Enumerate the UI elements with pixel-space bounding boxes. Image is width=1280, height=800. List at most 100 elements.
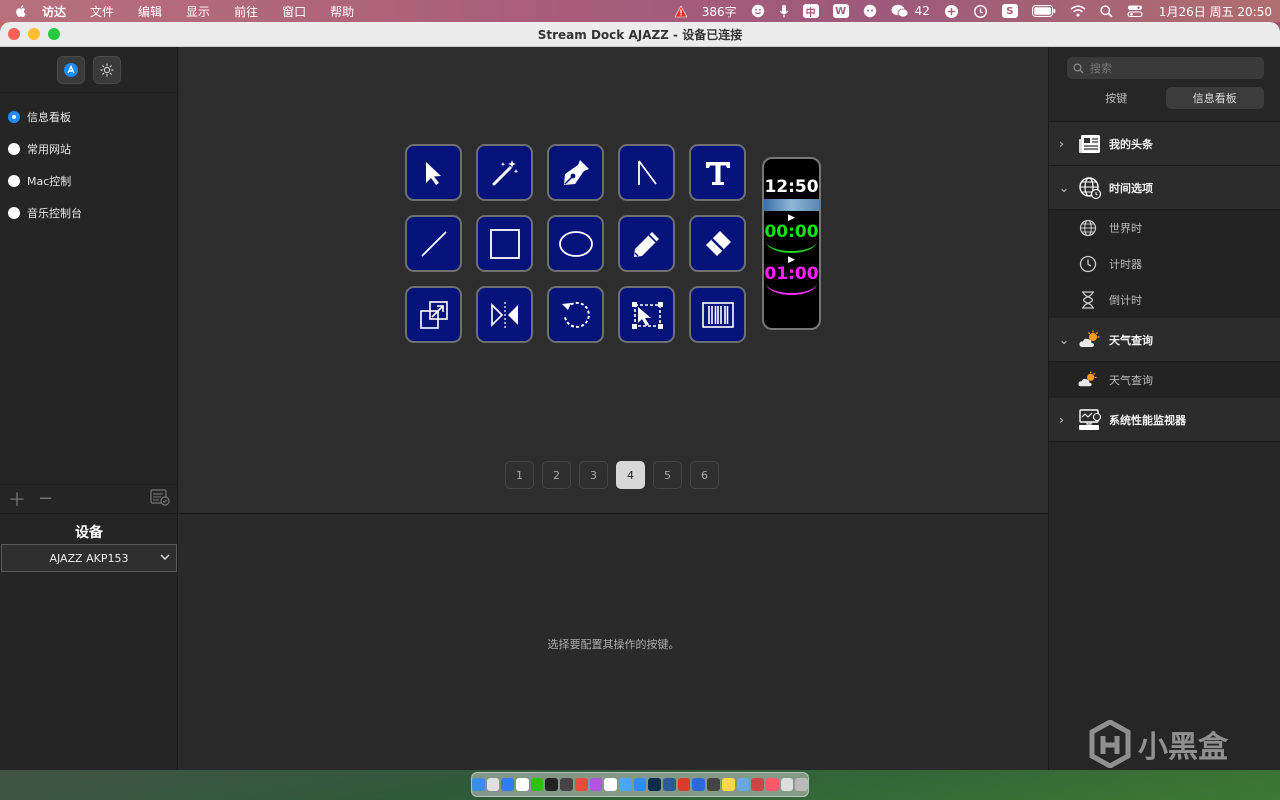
feishu-icon[interactable] [604, 778, 617, 791]
finder-icon[interactable] [471, 778, 485, 791]
battery-icon[interactable] [1031, 0, 1056, 22]
minimize-window-button[interactable] [28, 28, 40, 40]
window-titlebar[interactable]: Stream Dock AJAZZ - 设备已连接 [0, 22, 1280, 47]
action-countdown[interactable]: 倒计时 [1049, 282, 1280, 318]
alert-icon[interactable] [674, 0, 688, 22]
action-world-clock[interactable]: 世界时 [1049, 210, 1280, 246]
device-select[interactable]: AJAZZ AKP153 [1, 544, 177, 572]
calendar-icon[interactable] [516, 778, 529, 791]
key-14[interactable] [618, 286, 675, 343]
key-8[interactable] [547, 215, 604, 272]
page-button-2[interactable]: 2 [542, 461, 571, 489]
assistant-icon[interactable] [863, 0, 877, 22]
pen-app-icon[interactable] [633, 778, 647, 791]
remove-profile-button[interactable]: − [38, 488, 68, 509]
close-window-button[interactable] [8, 28, 20, 40]
screenshot-icon[interactable] [780, 778, 794, 791]
menu-help[interactable]: 帮助 [330, 3, 354, 20]
action-weather[interactable]: 天气查询 [1049, 362, 1280, 398]
microphone-icon[interactable] [779, 0, 789, 22]
tab-dashboard[interactable]: 信息看板 [1165, 87, 1264, 109]
zoom-window-button[interactable] [48, 28, 60, 40]
wechat-icon[interactable] [530, 778, 544, 791]
key-10[interactable] [689, 215, 746, 272]
page-button-3[interactable]: 3 [579, 461, 608, 489]
key-9[interactable] [618, 215, 675, 272]
page-button-5[interactable]: 5 [653, 461, 682, 489]
terminal-icon[interactable] [560, 778, 573, 791]
category-weather[interactable]: ⌄ 天气查询 [1049, 318, 1280, 362]
key-7[interactable] [476, 215, 533, 272]
profile-library-icon[interactable] [150, 488, 170, 509]
notes-icon[interactable] [721, 778, 735, 791]
bird-icon[interactable] [618, 778, 632, 791]
menu-edit[interactable]: 编辑 [138, 3, 162, 20]
key-13[interactable] [547, 286, 604, 343]
add-profile-button[interactable]: ＋ [8, 486, 38, 512]
menu-app-name[interactable]: 访达 [42, 3, 66, 20]
add-circle-icon[interactable] [944, 0, 959, 22]
search-input[interactable] [1090, 61, 1250, 75]
menu-view[interactable]: 显示 [186, 3, 210, 20]
trash-icon[interactable] [795, 778, 809, 791]
menubar-clock[interactable]: 1月26日 周五 20:50 [1159, 0, 1272, 22]
menu-go[interactable]: 前往 [234, 3, 258, 20]
app-store-icon[interactable] [501, 778, 515, 791]
wps-icon[interactable] [677, 778, 691, 791]
time-machine-icon[interactable] [973, 0, 988, 22]
mail-icon[interactable] [765, 778, 779, 791]
key-11[interactable] [405, 286, 462, 343]
word-count[interactable]: 386字 [702, 0, 737, 22]
page-button-4[interactable]: 4 [616, 461, 645, 489]
key-1[interactable] [405, 144, 462, 201]
profile-item[interactable]: 常用网站 [0, 133, 177, 165]
key-4[interactable] [618, 144, 675, 201]
disk-icon[interactable] [707, 778, 720, 791]
preview-icon[interactable] [736, 778, 750, 791]
music-icon[interactable] [589, 778, 603, 791]
tab-keys[interactable]: 按键 [1067, 87, 1166, 109]
profile-item[interactable]: 信息看板 [0, 101, 177, 133]
wechat-icon[interactable] [891, 0, 909, 22]
category-time-options[interactable]: ⌄ 时间选项 [1049, 166, 1280, 210]
steam-icon[interactable] [663, 778, 676, 791]
radio-selected[interactable] [8, 111, 20, 123]
qq-icon[interactable] [545, 778, 559, 791]
radio[interactable] [8, 175, 20, 187]
profile-item[interactable]: 音乐控制台 [0, 197, 177, 229]
s-app-icon[interactable]: S [1001, 0, 1018, 22]
wifi-icon[interactable] [1070, 0, 1086, 22]
spotlight-search-icon[interactable] [1100, 0, 1113, 22]
key-3[interactable] [547, 144, 604, 201]
category-my-headlines[interactable]: › 我的头条 [1049, 122, 1280, 166]
key-5[interactable] [689, 144, 746, 201]
touch-strip[interactable]: 12:50 ▶ 00:00 ▶ 01:00 [762, 157, 821, 330]
page-button-6[interactable]: 6 [690, 461, 719, 489]
emoji-icon[interactable] [751, 0, 765, 22]
store-button[interactable] [56, 55, 85, 84]
settings-button[interactable] [92, 55, 121, 84]
key-12[interactable] [476, 286, 533, 343]
profile-item[interactable]: Mac控制 [0, 165, 177, 197]
wps-icon[interactable]: W [832, 0, 849, 22]
action-timer[interactable]: 计时器 [1049, 246, 1280, 282]
device-title: 设备 [75, 525, 103, 541]
key-2[interactable] [476, 144, 533, 201]
category-system-monitor[interactable]: › 系统性能监视器 [1049, 398, 1280, 442]
control-center-icon[interactable] [1127, 0, 1143, 22]
chrome-icon[interactable] [574, 778, 588, 791]
search-field[interactable] [1067, 57, 1264, 79]
page-button-1[interactable]: 1 [505, 461, 534, 489]
radio[interactable] [8, 143, 20, 155]
input-method-icon[interactable]: 中 [802, 0, 819, 22]
key-6[interactable] [405, 215, 462, 272]
launchpad-icon[interactable] [486, 778, 500, 791]
menu-window[interactable]: 窗口 [282, 3, 306, 20]
menu-file[interactable]: 文件 [90, 3, 114, 20]
key-15[interactable] [689, 286, 746, 343]
radio[interactable] [8, 207, 20, 219]
media-icon[interactable] [751, 778, 764, 791]
gpu-app-icon[interactable] [692, 778, 706, 791]
photoshop-icon[interactable] [648, 778, 662, 791]
apple-icon[interactable] [14, 4, 28, 18]
